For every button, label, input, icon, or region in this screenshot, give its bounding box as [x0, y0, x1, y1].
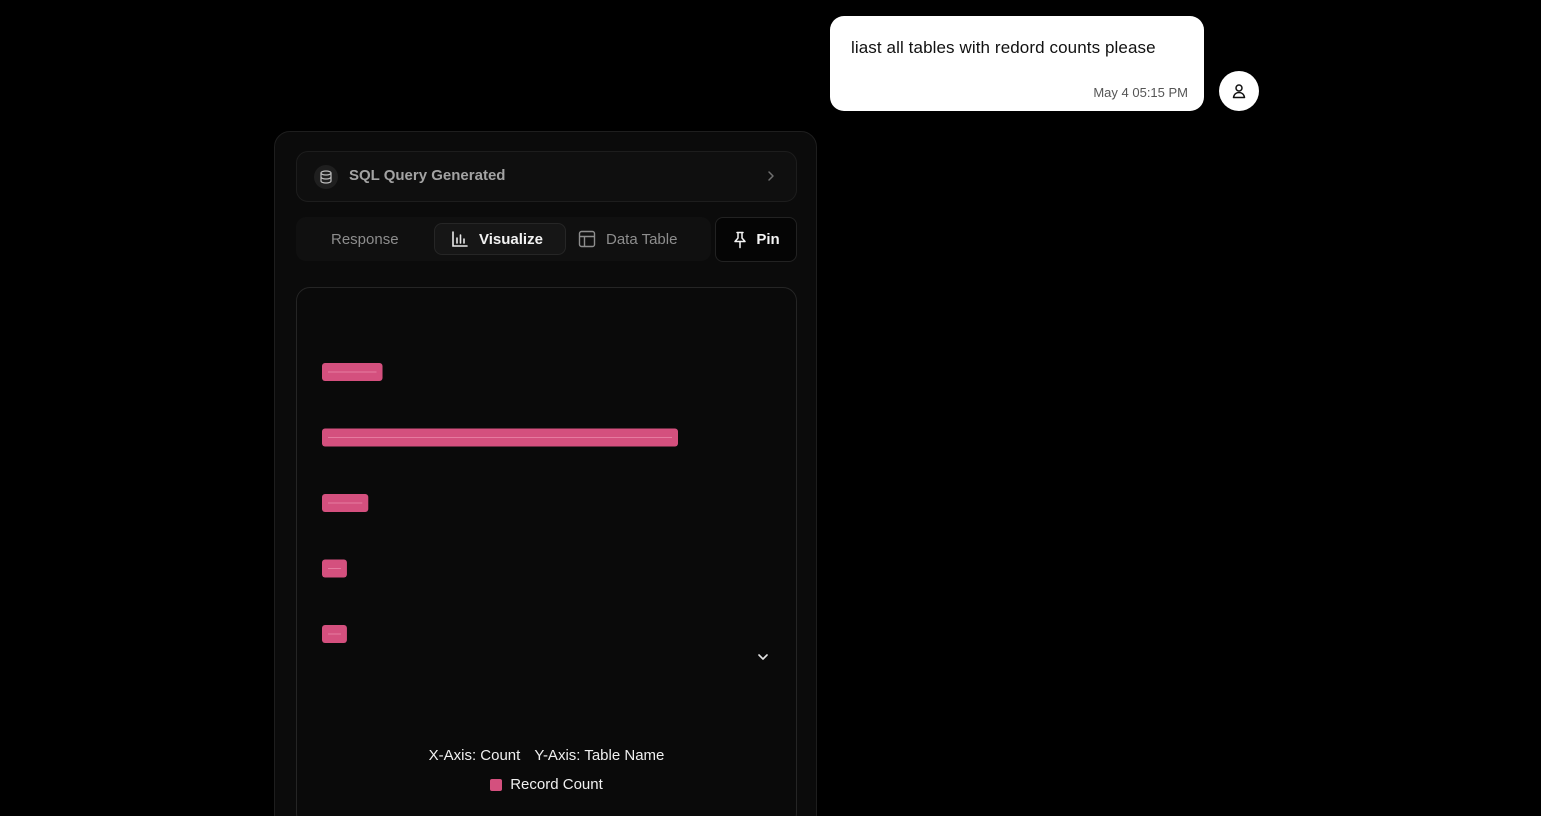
pin-button-label: Pin	[756, 231, 780, 248]
user-message-bubble: liast all tables with redord counts plea…	[830, 16, 1204, 111]
chart-legend[interactable]: Record Count	[297, 776, 796, 793]
user-message-timestamp: May 4 05:15 PM	[1093, 85, 1188, 100]
database-icon	[320, 170, 332, 184]
legend-swatch	[490, 778, 503, 791]
chat-page: liast all tables with redord counts plea…	[0, 0, 1541, 816]
tab-response-label: Response	[331, 230, 399, 248]
pin-icon	[734, 231, 747, 248]
tab-visualize-label: Visualize	[479, 230, 543, 248]
bar-chart	[322, 363, 678, 643]
tab-visualize[interactable]: Visualize	[434, 223, 566, 255]
x-axis-caption: X-Axis: Count	[428, 747, 521, 764]
sql-query-label: SQL Query Generated	[349, 167, 506, 184]
axis-caption: X-Axis: Count Y-Axis: Table Name	[297, 747, 796, 764]
sql-query-toggle[interactable]: SQL Query Generated	[296, 151, 797, 202]
pin-button[interactable]: Pin	[715, 217, 797, 262]
legend-label: Record Count	[510, 776, 603, 793]
view-tabs: Response Visualize Data Table	[296, 217, 711, 261]
user-message-text: liast all tables with redord counts plea…	[851, 38, 1156, 57]
bar-chart-icon	[452, 231, 468, 247]
chevron-down-icon[interactable]	[756, 652, 770, 662]
user-icon	[1232, 84, 1246, 99]
table-icon	[578, 230, 596, 248]
tab-response[interactable]: Response	[331, 223, 399, 255]
chevron-right-icon	[768, 171, 774, 181]
assistant-response-card: SQL Query Generated Response Visualize D…	[274, 131, 817, 816]
database-icon-wrap	[314, 165, 338, 189]
tab-data-table[interactable]: Data Table	[578, 223, 677, 255]
y-axis-caption: Y-Axis: Table Name	[534, 747, 665, 764]
chart-panel: X-Axis: Count Y-Axis: Table Name Record …	[296, 287, 797, 816]
tab-data-table-label: Data Table	[606, 230, 678, 248]
user-avatar[interactable]	[1219, 71, 1259, 111]
